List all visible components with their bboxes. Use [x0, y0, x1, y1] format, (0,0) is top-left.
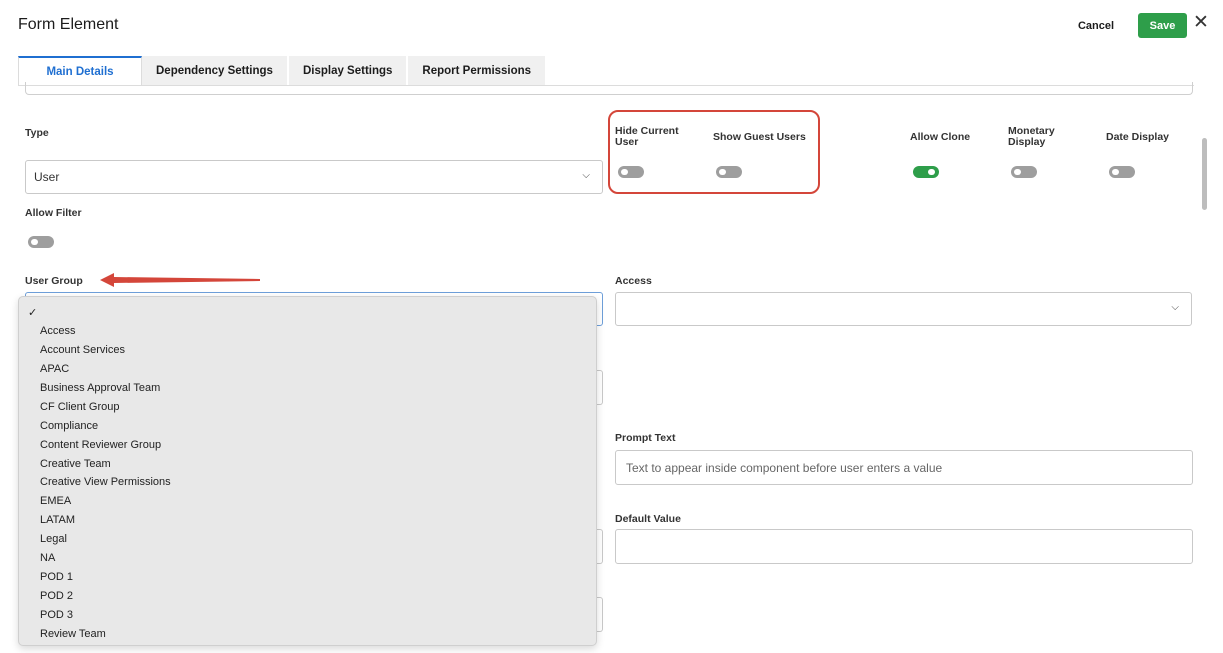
save-button[interactable]: Save: [1138, 13, 1187, 38]
dropdown-option[interactable]: APAC: [19, 360, 596, 379]
dropdown-option[interactable]: Access: [19, 322, 596, 341]
page-scrollbar[interactable]: [1202, 138, 1207, 210]
dropdown-option[interactable]: NA: [19, 549, 596, 568]
dropdown-option[interactable]: Account Services: [19, 341, 596, 360]
close-icon[interactable]: ✕: [1192, 12, 1210, 34]
allow-filter-toggle[interactable]: [28, 236, 54, 248]
user-group-dropdown-list: ✓ Access Account Services APAC Business …: [18, 296, 597, 646]
prompt-text-label: Prompt Text: [615, 432, 676, 444]
user-group-label: User Group: [25, 275, 83, 287]
default-value-input[interactable]: [615, 529, 1193, 564]
allow-filter-label: Allow Filter: [25, 207, 82, 219]
type-select-value: User: [34, 170, 60, 184]
dropdown-option[interactable]: Creative Team: [19, 454, 596, 473]
annotation-arrow: [100, 273, 260, 287]
dropdown-option[interactable]: Content Reviewer Group: [19, 435, 596, 454]
dropdown-option[interactable]: LATAM: [19, 511, 596, 530]
dropdown-option[interactable]: Creative View Permissions: [19, 473, 596, 492]
allow-clone-toggle[interactable]: [913, 166, 939, 178]
dropdown-option[interactable]: Compliance: [19, 416, 596, 435]
date-display-label: Date Display: [1106, 131, 1170, 143]
chevron-down-icon: ⌵: [582, 170, 590, 181]
dropdown-selected-blank-option[interactable]: ✓: [19, 303, 596, 322]
dropdown-option[interactable]: Review Team: [19, 624, 596, 643]
dropdown-option[interactable]: POD 3: [19, 605, 596, 624]
dropdown-option[interactable]: Legal: [19, 530, 596, 549]
monetary-display-toggle[interactable]: [1011, 166, 1037, 178]
annotation-highlight-box: [608, 110, 820, 194]
previous-field-input[interactable]: [25, 82, 1193, 95]
dropdown-option[interactable]: POD 1: [19, 567, 596, 586]
date-display-toggle[interactable]: [1109, 166, 1135, 178]
default-value-label: Default Value: [615, 513, 681, 525]
type-label: Type: [25, 127, 49, 139]
monetary-display-label: Monetary Display: [1008, 125, 1055, 148]
dropdown-option[interactable]: CF Client Group: [19, 397, 596, 416]
prompt-text-input[interactable]: Text to appear inside component before u…: [615, 450, 1193, 485]
dropdown-option[interactable]: Business Approval Team: [19, 379, 596, 398]
access-label: Access: [615, 275, 652, 287]
dropdown-option[interactable]: EMEA: [19, 492, 596, 511]
type-select[interactable]: User ⌵: [25, 160, 603, 194]
cancel-button[interactable]: Cancel: [1068, 15, 1124, 37]
dropdown-option[interactable]: POD 2: [19, 586, 596, 605]
chevron-down-icon: ⌵: [1171, 302, 1179, 313]
access-select[interactable]: ⌵: [615, 292, 1192, 326]
allow-clone-label: Allow Clone: [910, 131, 971, 143]
dialog-title: Form Element: [18, 16, 119, 33]
